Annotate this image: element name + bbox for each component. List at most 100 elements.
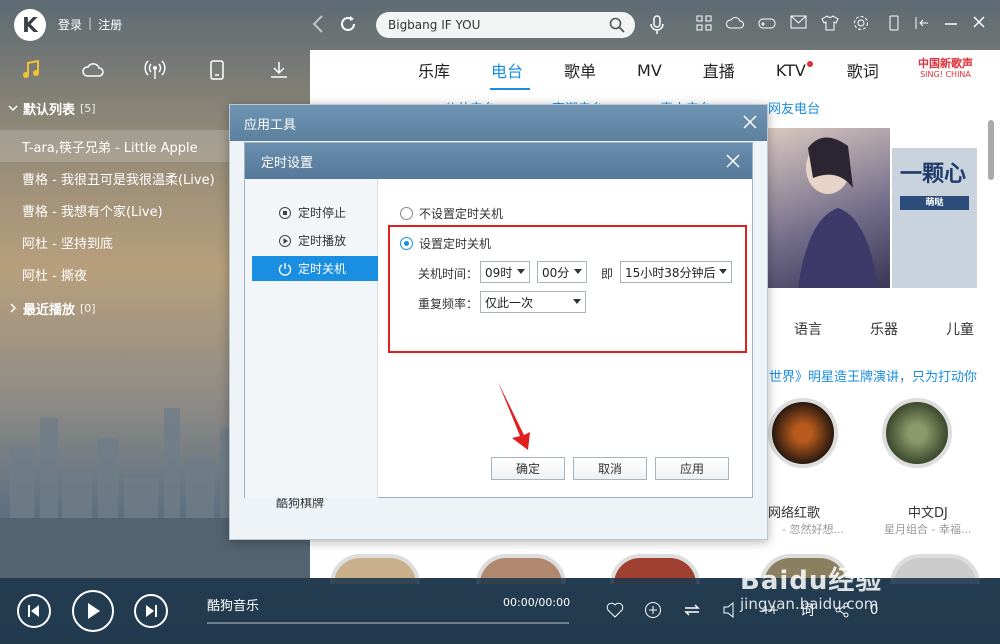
refresh-icon[interactable] [338, 14, 358, 34]
category-children[interactable]: 儿童 [946, 319, 974, 339]
side-item-label: 定时关机 [298, 262, 347, 276]
play-icon [88, 603, 100, 619]
brand-tag-sub: SING! CHINA [920, 70, 971, 79]
dropdown-arrow-icon [719, 269, 727, 274]
settings-gear-icon[interactable] [853, 15, 869, 31]
minute-select[interactable]: 00分 [537, 261, 587, 283]
apply-button[interactable]: 应用 [655, 457, 729, 480]
option-set-shutdown[interactable]: 设置定时关机 [400, 235, 491, 252]
tab-playlist[interactable]: 歌单 [564, 58, 596, 82]
station-cover[interactable] [882, 398, 952, 468]
side-item-timed-stop[interactable]: 定时停止 [252, 200, 378, 225]
side-item-timed-shutdown[interactable]: 定时关机 [252, 256, 378, 281]
track-time: 00:00/00:00 [503, 596, 571, 609]
timer-dialog-title: 定时设置 [245, 143, 752, 179]
station-title[interactable]: 网络红歌 [768, 502, 820, 521]
cancel-button[interactable]: 取消 [573, 457, 647, 480]
tab-radio[interactable] [135, 50, 175, 90]
next-button[interactable] [134, 594, 168, 628]
cloud-upload-icon[interactable] [726, 15, 744, 31]
shutdown-time-label: 关机时间： [418, 267, 479, 281]
apps-grid-icon[interactable] [696, 15, 712, 31]
tab-ktv-label: KTV [775, 60, 806, 80]
option-no-shutdown-label: 不设置定时关机 [419, 207, 504, 221]
station-cover[interactable] [768, 398, 838, 468]
tab-my-music[interactable] [11, 50, 51, 90]
tab-download[interactable] [259, 50, 299, 90]
banner-promo[interactable]: 一颗心 萌哒 [892, 148, 977, 288]
play-button[interactable] [72, 590, 114, 632]
repeat-select[interactable]: 仅此一次 [480, 291, 586, 313]
chevron-right-icon [10, 303, 17, 313]
search-input[interactable]: Bigbang IF YOU [376, 12, 635, 38]
search-icon[interactable] [609, 17, 625, 33]
tab-lyrics[interactable]: 歌词 [847, 58, 879, 82]
countdown-select[interactable]: 15小时38分钟后 [620, 261, 732, 283]
tab-mv[interactable]: MV [637, 61, 662, 80]
close-icon[interactable] [726, 154, 740, 168]
left-panel-tabs [0, 50, 310, 90]
volume-icon[interactable] [722, 602, 740, 618]
heart-icon[interactable] [606, 602, 624, 618]
watermark-brand: Baidu经验 [740, 566, 883, 596]
tab-radio-station[interactable]: 电台 [491, 58, 523, 82]
side-item-label: 定时播放 [298, 234, 347, 248]
gamepad-icon[interactable] [758, 15, 776, 31]
ok-button[interactable]: 确定 [491, 457, 565, 480]
tab-ktv[interactable]: KTV [775, 60, 813, 80]
tab-cloud[interactable] [73, 50, 113, 90]
mail-icon[interactable] [790, 15, 807, 29]
repeat-icon[interactable] [682, 602, 702, 618]
collapse-icon[interactable] [914, 15, 930, 31]
music-note-icon [23, 60, 39, 78]
plus-circle-icon[interactable] [644, 601, 662, 619]
radio-icon [144, 60, 166, 79]
skin-shirt-icon[interactable] [821, 15, 839, 31]
radio-no-shutdown[interactable] [400, 207, 413, 220]
notification-dot [806, 60, 813, 67]
option-set-shutdown-label: 设置定时关机 [419, 237, 492, 251]
hour-select[interactable]: 09时 [480, 261, 530, 283]
tab-library[interactable]: 乐库 [418, 58, 450, 82]
close-icon[interactable] [743, 115, 757, 129]
station-title[interactable]: 中文DJ [908, 502, 948, 521]
back-arrow-icon[interactable] [312, 14, 324, 34]
repeat-value: 仅此一次 [485, 295, 534, 310]
annotation-arrow [498, 382, 530, 450]
login-link[interactable]: 登录 [58, 16, 82, 33]
option-no-shutdown[interactable]: 不设置定时关机 [400, 205, 503, 222]
app-logo[interactable]: K [14, 9, 46, 41]
recent-list-count: [0] [80, 301, 96, 315]
side-item-label: 定时停止 [298, 206, 347, 220]
minimize-icon[interactable] [944, 15, 958, 31]
main-tab-bar: 乐库 电台 歌单 MV 直播 KTV 歌词 [310, 50, 1000, 90]
window-controls [888, 15, 986, 31]
tab-device[interactable] [197, 50, 237, 90]
banner-promo-sub: 萌哒 [900, 196, 969, 210]
subtab-user[interactable]: 网友电台 [768, 98, 820, 117]
sing-china-logo[interactable]: 中国新歌声 SING! CHINA [918, 58, 973, 80]
previous-icon [28, 605, 39, 617]
category-instrument[interactable]: 乐器 [870, 319, 898, 339]
close-icon[interactable] [972, 15, 986, 31]
side-item-timed-play[interactable]: 定时播放 [252, 228, 378, 253]
singer-photo [798, 137, 878, 288]
dropdown-arrow-icon [573, 299, 581, 304]
register-link[interactable]: 注册 [98, 16, 122, 33]
category-language[interactable]: 语言 [794, 319, 822, 339]
chevron-down-icon [8, 105, 18, 112]
watermark-url: jingyan.baidu.com [740, 595, 879, 613]
radio-set-shutdown[interactable] [400, 237, 413, 250]
previous-button[interactable] [17, 594, 51, 628]
tab-live[interactable]: 直播 [703, 58, 735, 82]
mini-mode-icon[interactable] [888, 15, 900, 31]
scrollbar[interactable] [988, 120, 994, 180]
progress-bar[interactable] [207, 622, 569, 624]
default-list-count: [5] [80, 101, 96, 115]
title-bar: K 登录 | 注册 Bigbang IF YOU [0, 0, 1000, 50]
microphone-icon[interactable] [648, 14, 666, 36]
news-ticker[interactable]: 世界》明星造王牌演讲，只为打动你 [769, 366, 977, 385]
next-icon [146, 605, 157, 617]
timer-sidebar: 定时停止 定时播放 定时关机 [245, 179, 378, 498]
banner-image[interactable] [768, 128, 890, 288]
